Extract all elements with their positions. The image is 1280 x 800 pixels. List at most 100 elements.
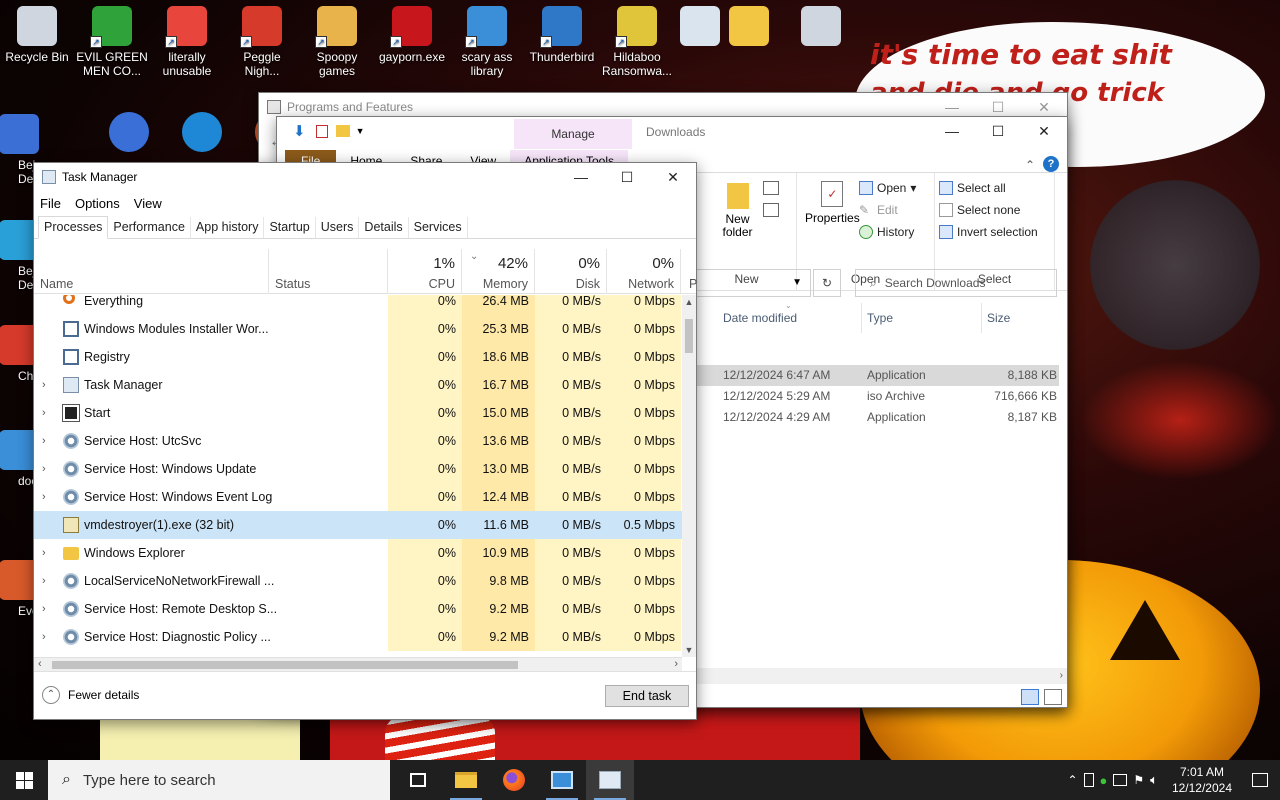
- scroll-left-arrow[interactable]: ‹: [38, 658, 42, 671]
- task-manager-window[interactable]: Task Manager — ☐ ✕ File Options View Pro…: [33, 162, 697, 720]
- desktop-icon[interactable]: ↗ Peggle Nigh...: [225, 6, 299, 78]
- details-view-icon[interactable]: [1021, 689, 1039, 705]
- column-network[interactable]: 0% Network: [607, 249, 681, 294]
- expand-chevron-icon[interactable]: ›: [42, 539, 46, 567]
- horizontal-scrollbar[interactable]: ›: [697, 668, 1067, 684]
- scroll-thumb[interactable]: [52, 661, 518, 669]
- end-task-button[interactable]: End task: [605, 685, 689, 707]
- expand-chevron-icon[interactable]: ›: [42, 371, 46, 399]
- task-manager-taskbar-button[interactable]: [586, 760, 634, 800]
- desktop-icon[interactable]: ↗ Thunderbird: [525, 6, 599, 64]
- process-row[interactable]: › Service Host: Remote Desktop S... 0% 9.2 …: [34, 595, 682, 623]
- process-row[interactable]: › Service Host: UtcSvc 0% 13.6 MB 0 MB/s 0 Mb…: [34, 427, 682, 455]
- expand-chevron-icon[interactable]: ›: [42, 623, 46, 651]
- column-status[interactable]: Status: [269, 249, 388, 294]
- horizontal-scrollbar[interactable]: ‹ ›: [34, 657, 682, 671]
- scroll-thumb[interactable]: [685, 319, 693, 353]
- task-view-button[interactable]: [394, 760, 442, 800]
- desktop-icon[interactable]: ↗ EVIL GREEN MEN CO...: [75, 6, 149, 78]
- volume-icon[interactable]: 🔈︎: [1150, 772, 1158, 788]
- column-type[interactable]: Type: [867, 311, 893, 325]
- scroll-right-arrow[interactable]: ›: [674, 658, 678, 671]
- people-icon[interactable]: ●: [1100, 773, 1108, 788]
- menu-view[interactable]: View: [134, 196, 162, 211]
- column-date-modified[interactable]: Date modified: [723, 311, 797, 325]
- file-row[interactable]: 12/12/2024 6:47 AM Application 8,188 KB: [697, 365, 1059, 386]
- tab-users[interactable]: Users: [316, 217, 360, 238]
- column-disk[interactable]: 0% Disk: [535, 249, 607, 294]
- properties-icon[interactable]: [315, 124, 328, 138]
- file-row[interactable]: 12/12/2024 4:29 AM Application 8,187 KB: [697, 407, 1059, 428]
- invert-selection-button[interactable]: Invert selection: [939, 221, 1038, 243]
- tab-manage[interactable]: Manage: [514, 119, 632, 149]
- chevron-down-icon[interactable]: ▼: [356, 126, 365, 136]
- process-row[interactable]: Everything 0% 26.4 MB 0 MB/s 0 Mbps: [34, 295, 682, 315]
- expand-chevron-icon[interactable]: ›: [42, 595, 46, 623]
- desktop-icon[interactable]: ↗ literally unusable: [150, 6, 224, 78]
- maximize-button[interactable]: ☐: [604, 163, 650, 191]
- large-icons-view-icon[interactable]: [1044, 689, 1062, 705]
- close-button[interactable]: ✕: [650, 163, 696, 191]
- desktop-icon[interactable]: [165, 112, 239, 156]
- desktop-icon[interactable]: Recycle Bin: [0, 6, 74, 64]
- quick-access-icon[interactable]: ⬇: [293, 122, 306, 140]
- search-box[interactable]: ⌕ Search Downloads: [855, 269, 1057, 297]
- minimize-button[interactable]: —: [558, 163, 604, 191]
- fewer-details-button[interactable]: ⌃ Fewer details: [42, 686, 139, 704]
- tab-startup[interactable]: Startup: [264, 217, 316, 238]
- process-row[interactable]: Windows Modules Installer Wor... 0% 25.3 M…: [34, 315, 682, 343]
- edit-button[interactable]: ✎ Edit: [859, 199, 916, 221]
- start-button[interactable]: [0, 760, 48, 800]
- process-row[interactable]: › Start 0% 15.0 MB 0 MB/s 0 Mbps: [34, 399, 682, 427]
- new-folder-button[interactable]: New folder: [715, 183, 760, 239]
- paste-icon[interactable]: [763, 203, 779, 217]
- file-explorer-taskbar-button[interactable]: [442, 760, 490, 800]
- tab-performance[interactable]: Performance: [108, 217, 191, 238]
- column-name[interactable]: Name: [34, 249, 269, 294]
- desktop-icon[interactable]: [784, 6, 858, 50]
- address-bar[interactable]: ▼: [697, 269, 811, 297]
- process-row[interactable]: › Task Manager 0% 16.7 MB 0 MB/s 0 Mbps: [34, 371, 682, 399]
- tab-processes[interactable]: Processes: [38, 216, 109, 239]
- vertical-scrollbar[interactable]: ▲ ▼: [682, 295, 696, 657]
- process-row[interactable]: › Service Host: Windows Event Log 0% 12.4 M…: [34, 483, 682, 511]
- network-icon[interactable]: [1113, 774, 1128, 786]
- tab-details[interactable]: Details: [359, 217, 409, 238]
- expand-chevron-icon[interactable]: ›: [42, 399, 46, 427]
- expand-chevron-icon[interactable]: ›: [42, 427, 46, 455]
- open-button[interactable]: Open ▾: [859, 177, 916, 199]
- tab-services[interactable]: Services: [409, 217, 468, 238]
- control-panel-taskbar-button[interactable]: [538, 760, 586, 800]
- scroll-up-arrow[interactable]: ▲: [682, 295, 696, 309]
- desktop-icon[interactable]: [712, 6, 786, 50]
- copy-icon[interactable]: [763, 181, 779, 195]
- desktop-icon[interactable]: [92, 112, 166, 156]
- column-memory[interactable]: ⌄ 42% Memory: [462, 249, 535, 294]
- desktop-icon[interactable]: ↗ scary ass library: [450, 6, 524, 78]
- folder-icon[interactable]: [335, 125, 350, 137]
- firefox-taskbar-button[interactable]: [490, 760, 538, 800]
- process-row[interactable]: vmdestroyer(1).exe (32 bit) 0% 11.6 MB 0 MB…: [34, 511, 682, 539]
- flag-icon[interactable]: ⚑: [1133, 773, 1144, 787]
- taskbar-search[interactable]: ⌕ Type here to search: [48, 760, 390, 800]
- tablet-icon[interactable]: [1083, 773, 1094, 787]
- column-size[interactable]: Size: [987, 311, 1010, 325]
- help-icon[interactable]: ?: [1043, 156, 1059, 172]
- properties-button[interactable]: ✓ Properties: [805, 181, 860, 225]
- chevron-up-icon[interactable]: ⌃: [1067, 773, 1077, 787]
- file-row[interactable]: 12/12/2024 5:29 AM iso Archive 716,666 KB: [697, 386, 1059, 407]
- close-button[interactable]: ✕: [1021, 117, 1067, 145]
- scroll-down-arrow[interactable]: ▼: [682, 643, 696, 657]
- desktop-icon[interactable]: ↗ Spoopy games: [300, 6, 374, 78]
- notifications-icon[interactable]: [1252, 773, 1268, 787]
- refresh-button[interactable]: ↻: [813, 269, 841, 297]
- process-row[interactable]: Registry 0% 18.6 MB 0 MB/s 0 Mbps: [34, 343, 682, 371]
- desktop-icon[interactable]: ↗ gayporn.exe: [375, 6, 449, 64]
- process-row[interactable]: › Service Host: Diagnostic Policy ... 0% 9.…: [34, 623, 682, 651]
- expand-chevron-icon[interactable]: ›: [42, 483, 46, 511]
- process-row[interactable]: › Windows Explorer 0% 10.9 MB 0 MB/s 0 Mbps: [34, 539, 682, 567]
- menu-options[interactable]: Options: [75, 196, 120, 211]
- menu-file[interactable]: File: [40, 196, 61, 211]
- minimize-button[interactable]: —: [929, 117, 975, 145]
- expand-chevron-icon[interactable]: ›: [42, 567, 46, 595]
